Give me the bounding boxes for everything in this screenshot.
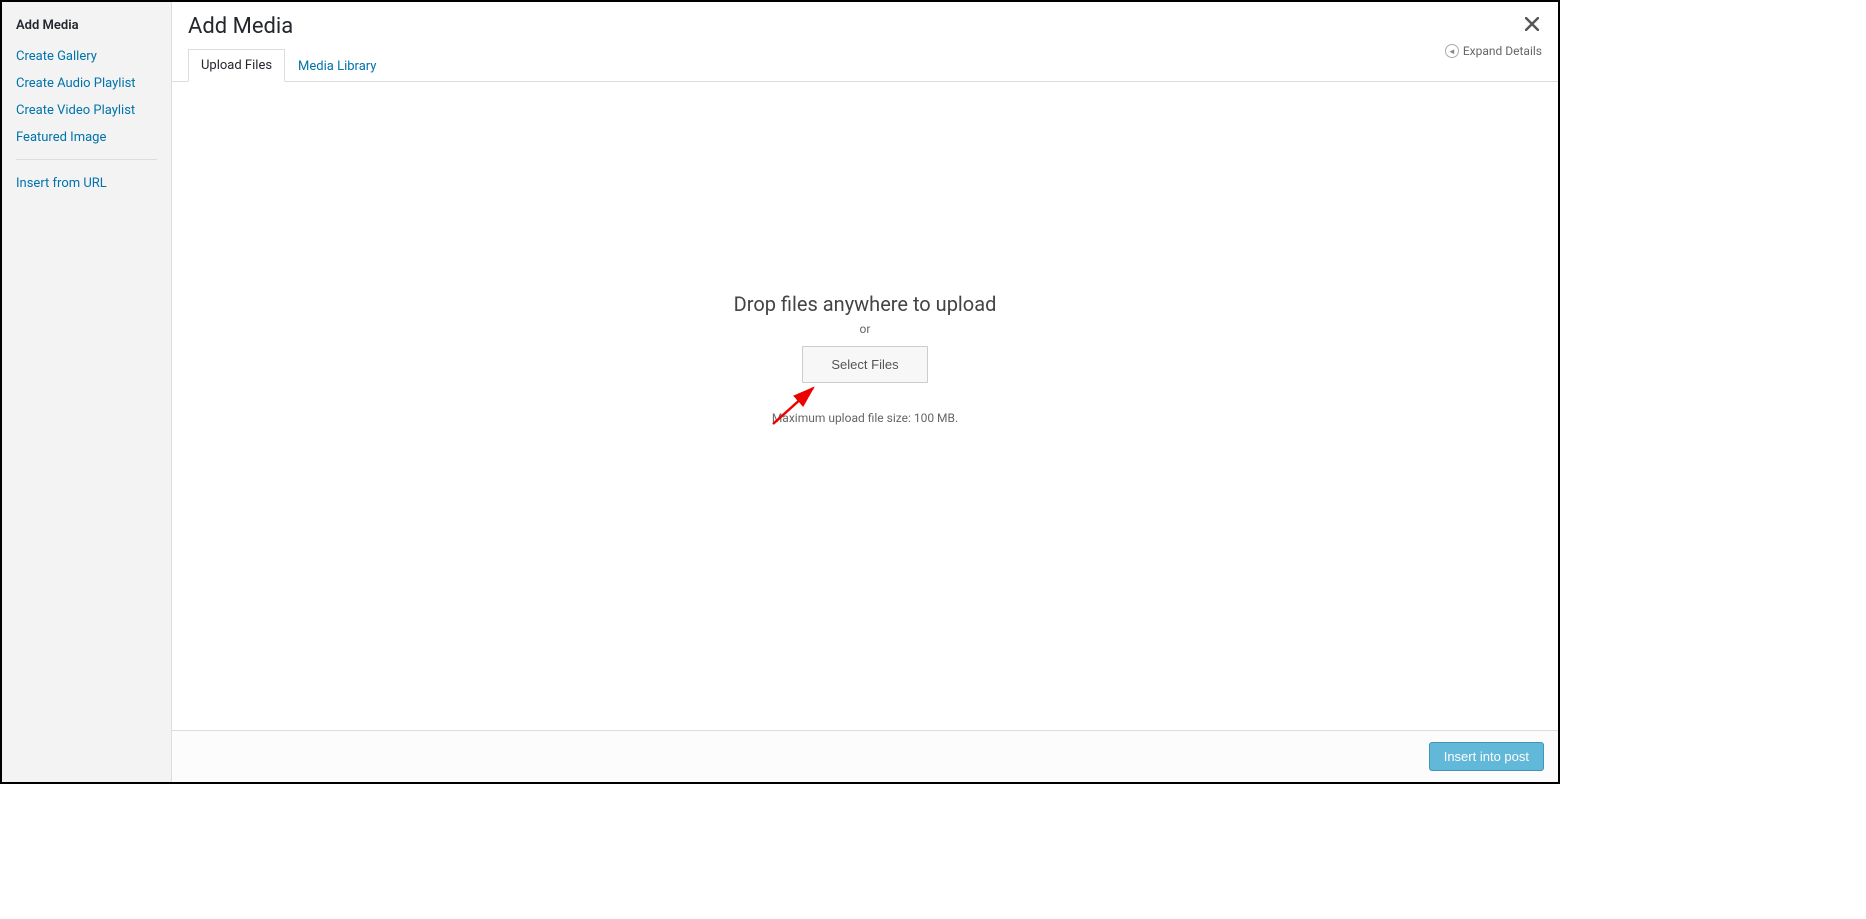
sidebar-item-create-video-playlist[interactable]: Create Video Playlist	[16, 97, 157, 124]
max-upload-size-text: Maximum upload file size: 100 MB.	[772, 411, 958, 425]
modal-sidebar: Add Media Create Gallery Create Audio Pl…	[2, 2, 172, 782]
expand-details-label: Expand Details	[1463, 44, 1542, 58]
or-text: or	[860, 322, 871, 336]
modal-title: Add Media	[188, 14, 1542, 39]
sidebar-title: Add Media	[16, 14, 157, 33]
sidebar-divider	[16, 159, 157, 160]
close-icon	[1525, 12, 1539, 36]
tab-upload-files[interactable]: Upload Files	[188, 49, 285, 82]
select-files-button[interactable]: Select Files	[802, 346, 927, 383]
annotation-arrow-icon	[767, 380, 827, 434]
expand-details-icon: ◄	[1445, 44, 1459, 58]
sidebar-item-insert-from-url[interactable]: Insert from URL	[16, 170, 157, 197]
modal-header: Add Media ◄ Expand Details	[172, 2, 1558, 45]
upload-dropzone[interactable]: Drop files anywhere to upload or Select …	[172, 82, 1558, 730]
modal-footer: Insert into post	[172, 730, 1558, 782]
sidebar-list-top: Create Gallery Create Audio Playlist Cre…	[16, 43, 157, 151]
drop-instruction-text: Drop files anywhere to upload	[734, 292, 997, 316]
sidebar-item-featured-image[interactable]: Featured Image	[16, 124, 157, 151]
sidebar-list-bottom: Insert from URL	[16, 170, 157, 197]
insert-into-post-button[interactable]: Insert into post	[1429, 742, 1544, 771]
expand-details-toggle[interactable]: ◄ Expand Details	[1445, 44, 1542, 58]
sidebar-item-create-audio-playlist[interactable]: Create Audio Playlist	[16, 70, 157, 97]
sidebar-item-create-gallery[interactable]: Create Gallery	[16, 43, 157, 70]
tabs-row: Upload Files Media Library	[172, 49, 1558, 82]
modal-main: Add Media ◄ Expand Details Upload Files …	[172, 2, 1558, 782]
add-media-modal: Add Media Create Gallery Create Audio Pl…	[2, 2, 1558, 782]
close-button[interactable]	[1518, 10, 1546, 38]
tab-media-library[interactable]: Media Library	[285, 50, 389, 82]
